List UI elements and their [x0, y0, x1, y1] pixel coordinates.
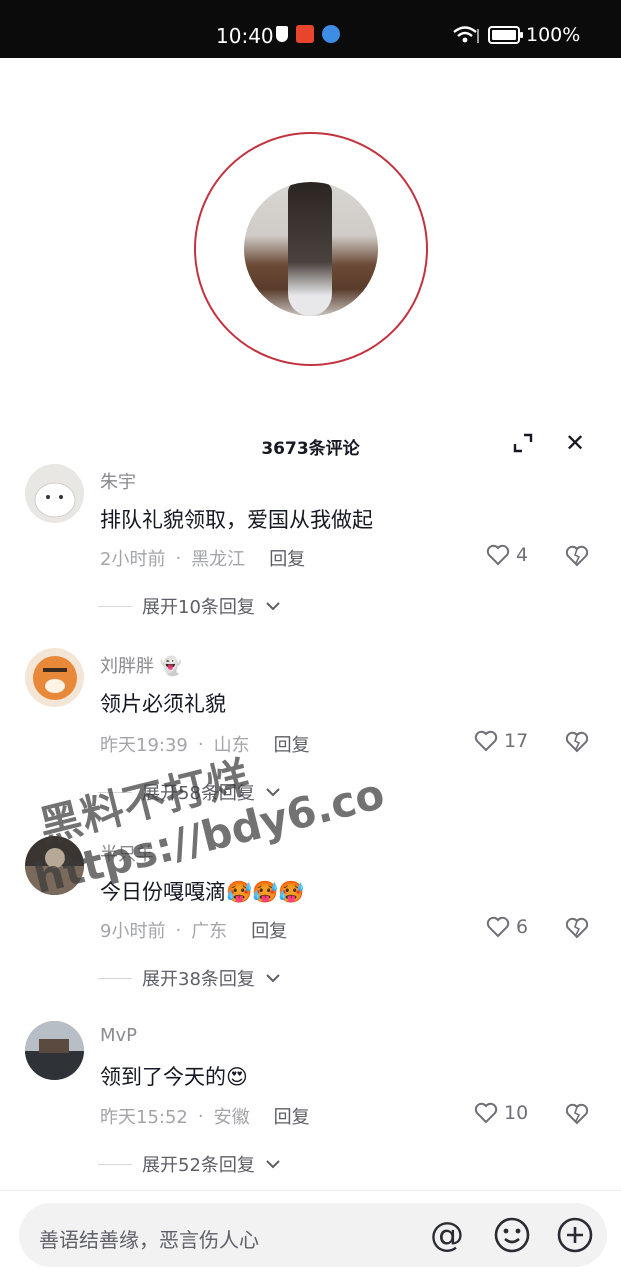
comment-location: 黑龙江 — [191, 549, 246, 570]
comment-location: 安徽 — [213, 1107, 250, 1128]
video-preview[interactable] — [0, 58, 621, 420]
comment-time: 昨天15:52 — [100, 1107, 188, 1128]
battery-percent: 100% — [526, 24, 581, 46]
divider — [98, 1163, 132, 1165]
ghost-badge-icon: 👻 — [159, 656, 183, 677]
wifi-icon — [453, 26, 479, 43]
close-icon[interactable]: ✕ — [562, 430, 588, 456]
comment-sheet-header: 3673条评论 ✕ — [0, 420, 621, 468]
expand-replies-label: 展开52条回复 — [142, 1155, 255, 1176]
like-button[interactable]: 10 — [474, 1102, 528, 1124]
chevron-down-icon — [266, 602, 280, 611]
reply-button[interactable]: 回复 — [274, 1103, 310, 1129]
expand-replies-button[interactable]: 展开38条回复 — [98, 965, 281, 991]
like-count: 6 — [516, 916, 529, 938]
heart-icon — [474, 1102, 498, 1124]
comment-meta: 昨天15:52 · 安徽 回复 — [100, 1103, 310, 1129]
divider — [98, 605, 132, 607]
avatar-tiger-icon — [33, 656, 77, 700]
video-thumbnail[interactable] — [244, 182, 378, 316]
comment-text: 领到了今天的😍 — [100, 1065, 248, 1089]
avatar[interactable] — [25, 1021, 84, 1080]
expand-replies-button[interactable]: 展开10条回复 — [98, 593, 281, 619]
like-count: 10 — [504, 1102, 529, 1124]
comment-input[interactable]: 善语结善缘，恶言伤人心 @ — [19, 1203, 607, 1267]
like-button[interactable]: 4 — [486, 544, 528, 566]
dislike-icon[interactable] — [566, 1103, 588, 1125]
meta-separator: · — [175, 919, 182, 941]
like-count: 17 — [504, 730, 529, 752]
avatar-landscape-icon — [25, 1021, 84, 1080]
reply-button[interactable]: 回复 — [269, 545, 305, 571]
divider — [98, 977, 132, 979]
thumbnail-figure — [288, 182, 332, 316]
comment-item: 朱宇 排队礼貌领取，爱国从我做起 2小时前 · 黑龙江 回复 4 展开10条回复 — [0, 464, 621, 618]
comment-username[interactable]: 朱宇 — [100, 468, 136, 494]
battery-icon — [488, 26, 523, 44]
expand-replies-label: 展开10条回复 — [142, 597, 255, 618]
shield-icon — [276, 26, 288, 42]
notification-icons — [276, 25, 340, 43]
comment-item: MvP 领到了今天的😍 昨天15:52 · 安徽 回复 10 展开52条回复 — [0, 1021, 621, 1176]
comment-username[interactable]: 刘胖胖 👻 — [100, 652, 182, 678]
plus-icon[interactable] — [556, 1216, 594, 1254]
heart-icon — [486, 916, 510, 938]
avatar[interactable] — [25, 464, 84, 523]
comment-location: 广东 — [191, 921, 228, 942]
chevron-down-icon — [266, 974, 280, 983]
avatar-cat-icon — [34, 482, 76, 518]
like-button[interactable]: 17 — [474, 730, 528, 752]
at-icon[interactable]: @ — [427, 1215, 467, 1255]
expand-replies-button[interactable]: 展开52条回复 — [98, 1151, 281, 1177]
comment-text: 排队礼貌领取，爱国从我做起 — [100, 508, 373, 532]
like-count: 4 — [516, 544, 529, 566]
comment-username[interactable]: MvP — [100, 1025, 137, 1046]
status-bar: 10:40 100% — [0, 0, 621, 58]
app-notification-icon — [296, 25, 314, 43]
meta-separator: · — [175, 547, 182, 569]
comment-text: 领片必须礼貌 — [100, 692, 226, 716]
like-button[interactable]: 6 — [486, 916, 528, 938]
status-right: 100% — [452, 24, 580, 46]
heart-icon — [486, 544, 510, 566]
avatar[interactable] — [25, 648, 84, 707]
browser-notification-icon — [322, 25, 340, 43]
comment-time: 9小时前 — [100, 921, 166, 942]
meta-separator: · — [197, 1105, 204, 1127]
username-text: 刘胖胖 — [100, 656, 154, 677]
status-time: 10:40 — [216, 24, 274, 48]
emoji-icon[interactable] — [493, 1216, 531, 1254]
dislike-icon[interactable] — [566, 731, 588, 753]
expand-icon[interactable] — [512, 432, 534, 454]
comment-time: 2小时前 — [100, 549, 166, 570]
heart-icon — [474, 730, 498, 752]
comment-meta: 2小时前 · 黑龙江 回复 — [100, 545, 305, 571]
dislike-icon[interactable] — [566, 545, 588, 567]
dislike-icon[interactable] — [566, 917, 588, 939]
reply-button[interactable]: 回复 — [251, 917, 287, 943]
expand-replies-label: 展开38条回复 — [142, 969, 255, 990]
comment-input-placeholder: 善语结善缘，恶言伤人心 — [39, 1228, 259, 1252]
chevron-down-icon — [266, 1160, 280, 1169]
comment-input-bar: 善语结善缘，恶言伤人心 @ — [0, 1190, 621, 1280]
comment-meta: 9小时前 · 广东 回复 — [100, 917, 287, 943]
